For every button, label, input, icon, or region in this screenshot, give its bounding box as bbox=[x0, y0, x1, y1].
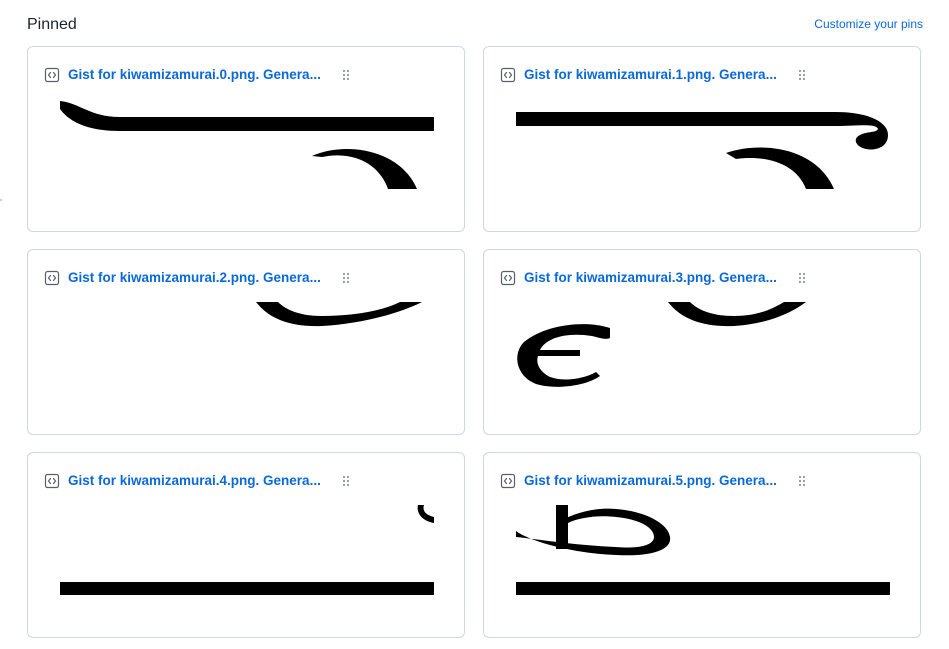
pinned-item-link[interactable]: Gist for kiwamizamurai.5.png. Genera... bbox=[524, 473, 777, 488]
pinned-item-header: Gist for kiwamizamurai.3.png. Genera... bbox=[500, 269, 900, 287]
pinned-item: Gist for kiwamizamurai.1.png. Genera... bbox=[483, 46, 921, 232]
code-square-icon bbox=[44, 270, 60, 286]
page-edge-mark bbox=[0, 199, 2, 201]
grabber-icon[interactable] bbox=[797, 474, 807, 488]
code-square-icon bbox=[500, 270, 516, 286]
grabber-icon[interactable] bbox=[797, 271, 807, 285]
pinned-item: Gist for kiwamizamurai.0.png. Genera... bbox=[27, 46, 465, 232]
grabber-icon[interactable] bbox=[341, 271, 351, 285]
pinned-item: Gist for kiwamizamurai.4.png. Genera... bbox=[27, 452, 465, 638]
grabber-icon[interactable] bbox=[341, 474, 351, 488]
pinned-item-header: Gist for kiwamizamurai.4.png. Genera... bbox=[44, 472, 444, 490]
image-preview bbox=[60, 302, 434, 392]
grabber-icon[interactable] bbox=[341, 68, 351, 82]
pinned-item-link[interactable]: Gist for kiwamizamurai.3.png. Genera... bbox=[524, 270, 777, 285]
pinned-item: Gist for kiwamizamurai.3.png. Genera... bbox=[483, 249, 921, 435]
image-preview bbox=[60, 99, 434, 189]
pinned-item-header: Gist for kiwamizamurai.1.png. Genera... bbox=[500, 66, 900, 84]
pinned-item-header: Gist for kiwamizamurai.5.png. Genera... bbox=[500, 472, 900, 490]
code-square-icon bbox=[44, 473, 60, 489]
pinned-title: Pinned bbox=[27, 16, 77, 33]
pinned-header: Pinned Customize your pins bbox=[27, 14, 923, 38]
customize-pins-link[interactable]: Customize your pins bbox=[814, 17, 923, 31]
pinned-item-link[interactable]: Gist for kiwamizamurai.1.png. Genera... bbox=[524, 67, 777, 82]
pinned-item-header: Gist for kiwamizamurai.2.png. Genera... bbox=[44, 269, 444, 287]
code-square-icon bbox=[500, 67, 516, 83]
pinned-item: Gist for kiwamizamurai.5.png. Genera... bbox=[483, 452, 921, 638]
pinned-item-link[interactable]: Gist for kiwamizamurai.2.png. Genera... bbox=[68, 270, 321, 285]
code-square-icon bbox=[500, 473, 516, 489]
image-preview bbox=[60, 505, 434, 595]
image-preview bbox=[516, 99, 890, 189]
code-square-icon bbox=[44, 67, 60, 83]
grabber-icon[interactable] bbox=[797, 68, 807, 82]
pinned-item: Gist for kiwamizamurai.2.png. Genera... bbox=[27, 249, 465, 435]
pinned-item-link[interactable]: Gist for kiwamizamurai.0.png. Genera... bbox=[68, 67, 321, 82]
image-preview bbox=[516, 302, 890, 392]
image-preview bbox=[516, 505, 890, 595]
pinned-item-header: Gist for kiwamizamurai.0.png. Genera... bbox=[44, 66, 444, 84]
pinned-item-link[interactable]: Gist for kiwamizamurai.4.png. Genera... bbox=[68, 473, 321, 488]
